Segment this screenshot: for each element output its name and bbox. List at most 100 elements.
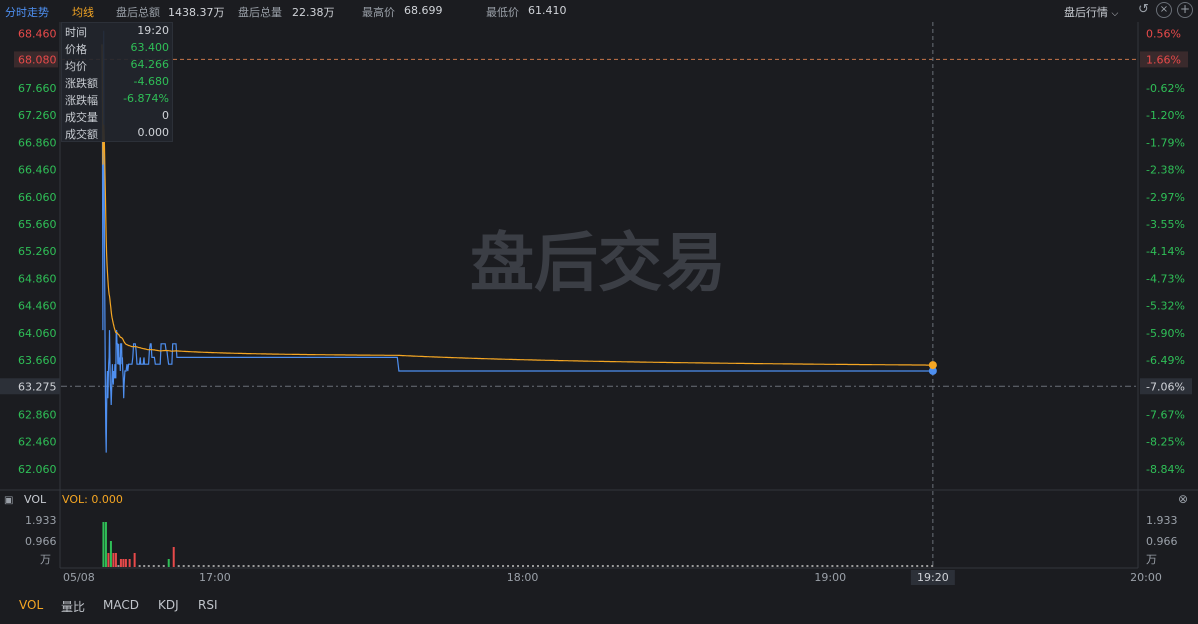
volume-bar <box>926 565 929 567</box>
volume-bar <box>606 565 609 567</box>
volume-bar <box>821 565 824 567</box>
volume-bar <box>512 565 515 567</box>
high-label: 最高价 <box>362 6 395 19</box>
volume-bar <box>133 553 136 567</box>
close-icon[interactable]: × <box>1156 2 1172 18</box>
volume-bar <box>541 565 544 567</box>
volume-bar <box>367 565 370 567</box>
volume-bar <box>711 565 714 567</box>
volume-bar <box>696 565 699 567</box>
volume-bar <box>342 565 345 567</box>
volume-bar <box>437 565 440 567</box>
tab-junxian[interactable]: 均线 <box>72 4 94 20</box>
undo-icon[interactable]: ↺ <box>1138 2 1149 17</box>
volume-bar <box>731 565 734 567</box>
volume-bar <box>596 565 599 567</box>
y-left-tick-label: 68.460 <box>18 28 57 41</box>
total-amount-value: 1438.37万 <box>168 6 225 19</box>
y-right-tick-label: -8.25% <box>1146 436 1185 449</box>
y-left-tick-label: 67.660 <box>18 82 57 95</box>
volume-left-unit: 万 <box>40 553 51 566</box>
volume-bar <box>911 565 914 567</box>
volume-bar <box>312 565 315 567</box>
volume-bar <box>102 522 105 567</box>
volume-bar <box>217 565 220 567</box>
volume-bar <box>287 565 290 567</box>
volume-bar <box>337 565 340 567</box>
tab-rsi[interactable]: RSI <box>198 598 218 612</box>
volume-bar <box>432 565 435 567</box>
y-left-tick-label: 67.260 <box>18 109 57 122</box>
volume-bar <box>671 565 674 567</box>
volume-bar <box>621 565 624 567</box>
volume-bar <box>117 565 120 567</box>
volume-bar <box>447 565 450 567</box>
volume-bar <box>172 547 175 567</box>
x-tick-label: 17:00 <box>199 571 231 584</box>
tooltip-value: 19:20 <box>137 24 169 37</box>
volume-left-tick: 1.933 <box>25 514 57 527</box>
tooltip-label: 时间 <box>65 26 87 39</box>
volume-panel-close-icon: ⊗ <box>1178 492 1188 506</box>
tab-fenshi[interactable]: 分时走势 <box>5 4 49 20</box>
volume-bar <box>522 565 525 567</box>
add-icon[interactable]: + <box>1177 2 1193 18</box>
tab-vol[interactable]: VOL <box>19 598 43 612</box>
volume-bar <box>866 565 869 567</box>
volume-bar <box>931 565 934 567</box>
volume-bar <box>527 565 530 567</box>
volume-bar <box>811 565 814 567</box>
y-left-tick-label: 64.060 <box>18 327 57 340</box>
tooltip-value: 0.000 <box>137 126 170 139</box>
y-right-tick-label: -6.49% <box>1146 354 1185 367</box>
volume-bar <box>916 565 919 567</box>
tooltip-value: 0 <box>162 109 169 122</box>
y-left-tick-label: 64.860 <box>18 272 57 285</box>
volume-bar <box>167 559 170 567</box>
volume-bar <box>382 565 385 567</box>
tab-macd[interactable]: MACD <box>103 598 139 612</box>
volume-bar <box>107 553 110 567</box>
volume-bar <box>202 565 205 567</box>
y-right-tick-label: -7.67% <box>1146 408 1185 421</box>
volume-bar <box>182 565 185 567</box>
tab-kdj[interactable]: KDJ <box>158 598 179 612</box>
y-right-tick-label: -4.73% <box>1146 272 1185 285</box>
volume-bar <box>591 565 594 567</box>
volume-bar <box>109 541 112 567</box>
low-label: 最低价 <box>486 6 519 19</box>
volume-bar <box>706 565 709 567</box>
volume-bar <box>736 565 739 567</box>
y-right-tick-label: -1.79% <box>1146 136 1185 149</box>
volume-bar <box>851 565 854 567</box>
volume-bar <box>442 565 445 567</box>
quote-dropdown[interactable]: 盘后行情 ⌵ <box>1064 4 1118 20</box>
volume-bar <box>452 565 455 567</box>
y-right-tick-label: -5.90% <box>1146 327 1185 340</box>
volume-bar <box>781 565 784 567</box>
tooltip-row-time: 时间 19:20 <box>65 24 169 41</box>
volume-bar <box>497 565 500 567</box>
volume-bar <box>556 565 559 567</box>
volume-bar <box>272 565 275 567</box>
y-left-tick-label: 66.060 <box>18 191 57 204</box>
volume-bar <box>831 565 834 567</box>
volume-bar <box>891 565 894 567</box>
volume-bar <box>157 565 160 567</box>
volume-bar <box>112 553 115 567</box>
chevron-down-icon: ⌵ <box>1111 9 1119 19</box>
volume-bar <box>646 565 649 567</box>
volume-bar <box>307 565 310 567</box>
volume-bar <box>502 565 505 567</box>
volume-bar <box>227 565 230 567</box>
volume-bar <box>262 565 265 567</box>
tab-liangbi[interactable]: 量比 <box>61 598 85 615</box>
volume-bar <box>322 565 325 567</box>
volume-bar <box>162 565 165 567</box>
volume-bar <box>551 565 554 567</box>
volume-bar <box>746 565 749 567</box>
volume-bar <box>352 565 355 567</box>
y-left-tick-label: 62.460 <box>18 436 57 449</box>
volume-bar <box>332 565 335 567</box>
intraday-chart[interactable]: 盘后交易 68.460 0.56% 67.660 -0.62% 67.260 -1.20% 6… <box>0 0 1198 624</box>
